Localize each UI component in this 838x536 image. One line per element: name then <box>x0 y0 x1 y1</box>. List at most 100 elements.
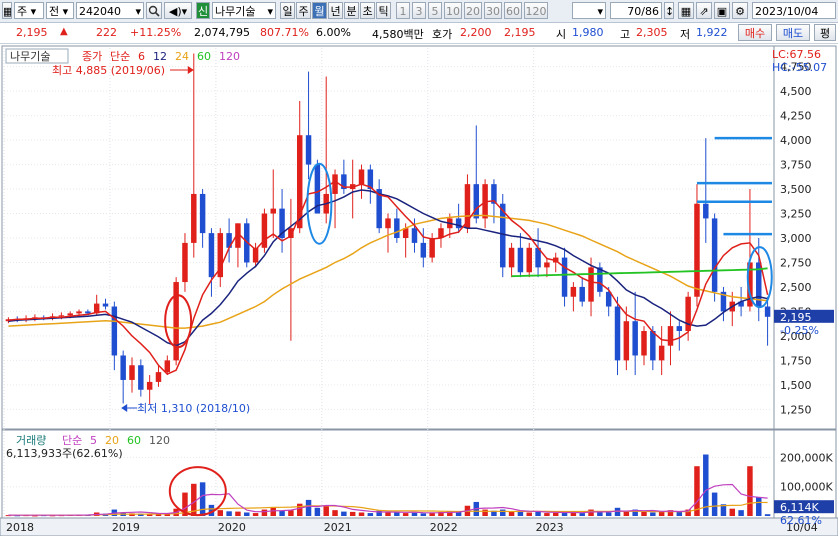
candle-body <box>85 311 91 314</box>
period-tab-3[interactable]: 년 <box>328 2 343 19</box>
candle-body <box>199 193 206 234</box>
search-icon[interactable] <box>146 2 162 19</box>
period-type-value: 전 <box>49 5 60 18</box>
price-tick-label: 4,000 <box>780 134 812 147</box>
candle-body <box>129 365 135 380</box>
volume-bar <box>420 513 427 516</box>
last-price-label: 2,195 <box>780 311 812 324</box>
volume-bar <box>349 511 356 516</box>
buy-button[interactable]: 매수 <box>738 24 772 41</box>
volume-bar <box>588 509 594 516</box>
volume-bar <box>296 503 303 516</box>
volume-legend-period-120: 120 <box>149 434 170 447</box>
candle-body <box>694 203 700 297</box>
volume-legend-ma-label: 단순 <box>62 434 82 447</box>
volume-bar <box>288 510 294 516</box>
volume-bar <box>579 513 585 516</box>
period-tab-6[interactable]: 틱 <box>376 2 391 19</box>
candle-body <box>597 267 603 292</box>
interval-button-30[interactable]: 30 <box>484 2 502 19</box>
period-tab-0[interactable]: 일 <box>280 2 295 19</box>
up-triangle-icon: ▲ <box>60 26 68 37</box>
legend-period-120: 120 <box>219 50 240 63</box>
volume-bar <box>270 507 276 516</box>
candle-body <box>58 315 65 317</box>
candle <box>526 242 532 278</box>
volume-readout: 6,113,933주(62.61%) <box>6 447 123 460</box>
page-spinner[interactable]: ↕ <box>664 2 674 19</box>
market-value: 주 <box>17 5 28 18</box>
trade-amount: 4,580백만 <box>372 28 424 41</box>
interval-button-1[interactable]: 1 <box>396 2 410 19</box>
high-note: 최고 4,885 (2019/06) <box>52 64 165 77</box>
code-input[interactable]: 242040 ▾ <box>76 2 144 19</box>
volume-bar <box>305 499 312 516</box>
period-tab-4[interactable]: 분 <box>344 2 359 19</box>
interval-button-5[interactable]: 5 <box>428 2 442 19</box>
interval-button-120[interactable]: 120 <box>524 2 548 19</box>
period-tab-1[interactable]: 주 <box>296 2 311 19</box>
date-input[interactable]: 2023/10/04 <box>752 2 836 19</box>
interval-input[interactable]: ▾ <box>572 2 606 19</box>
period-tab-2[interactable]: 월 <box>312 2 327 19</box>
low-label: 저 <box>680 28 691 41</box>
interval-button-20[interactable]: 20 <box>464 2 482 19</box>
legend-period-6: 6 <box>138 50 145 63</box>
candle-body <box>650 331 656 361</box>
speaker-icon[interactable]: ◀)▾ <box>164 2 192 19</box>
page-current: 70 <box>627 5 642 18</box>
candle-body <box>358 169 365 185</box>
candle-body <box>155 372 162 382</box>
page-total: /86 <box>641 5 659 18</box>
volume-bar <box>252 513 259 516</box>
grid-icon[interactable]: ▦ <box>2 2 12 19</box>
candle-body <box>676 326 683 331</box>
chart-add-icon[interactable]: ⇗ <box>696 2 712 19</box>
legend-period-12: 12 <box>153 50 167 63</box>
market-select[interactable]: 주 ▾ <box>14 2 44 19</box>
gear-icon[interactable]: ⚙ <box>732 2 748 19</box>
price-tick-label: 4,500 <box>780 85 812 98</box>
sell-button[interactable]: 매도 <box>776 24 810 41</box>
stock-chart[interactable]: 4,7504,5004,2504,0003,7503,5003,2503,000… <box>0 44 838 536</box>
eval-button[interactable]: 평 <box>814 24 836 41</box>
volume-bar <box>411 512 418 516</box>
volume-bar <box>747 466 753 516</box>
turnover-pct: 6.00% <box>316 26 351 39</box>
stock-name: 나무기술 ▾ <box>212 2 276 19</box>
volume-tick-label: 200,000K <box>780 451 833 464</box>
candle-body <box>120 355 126 380</box>
candle-body <box>641 331 647 356</box>
candle-body <box>164 360 171 373</box>
x-tick-label: 2018 <box>6 521 34 534</box>
volume-bar <box>226 511 232 516</box>
low-price: 1,922 <box>696 26 728 39</box>
candle-body <box>76 311 82 314</box>
last-volume-label: 6,114K <box>780 501 819 514</box>
toolbar: ▦ 주 ▾ 전 ▾ 242040▾ ◀)▾ 신 나무기술▾ 일주월년분초틱 13… <box>0 0 838 23</box>
interval-button-60[interactable]: 60 <box>504 2 522 19</box>
volume: 2,074,795 <box>194 26 250 39</box>
volume-legend-title: 거래량 <box>16 434 46 447</box>
volume-bar <box>394 512 400 516</box>
volume-bar <box>332 510 338 516</box>
save-icon[interactable]: ▣ <box>714 2 730 19</box>
candle-body <box>138 365 144 390</box>
period-tab-5[interactable]: 초 <box>360 2 375 19</box>
candle-body <box>420 242 427 258</box>
period-type-select[interactable]: 전 ▾ <box>46 2 74 19</box>
volume-bar <box>323 505 329 516</box>
candle <box>261 208 268 253</box>
volume-bar <box>261 509 268 516</box>
volume-legend-period-60: 60 <box>127 434 141 447</box>
interval-button-10[interactable]: 10 <box>444 2 462 19</box>
grid-tool-icon[interactable]: ▦ <box>678 2 694 19</box>
code-value: 242040 <box>79 5 121 18</box>
price-tick-label: 2,750 <box>780 256 812 269</box>
price-change: 222 <box>96 26 117 39</box>
candle-body <box>561 257 568 297</box>
interval-button-3[interactable]: 3 <box>412 2 426 19</box>
open-price: 1,980 <box>572 26 604 39</box>
volume-bar <box>552 512 559 516</box>
candle-body <box>305 135 312 165</box>
